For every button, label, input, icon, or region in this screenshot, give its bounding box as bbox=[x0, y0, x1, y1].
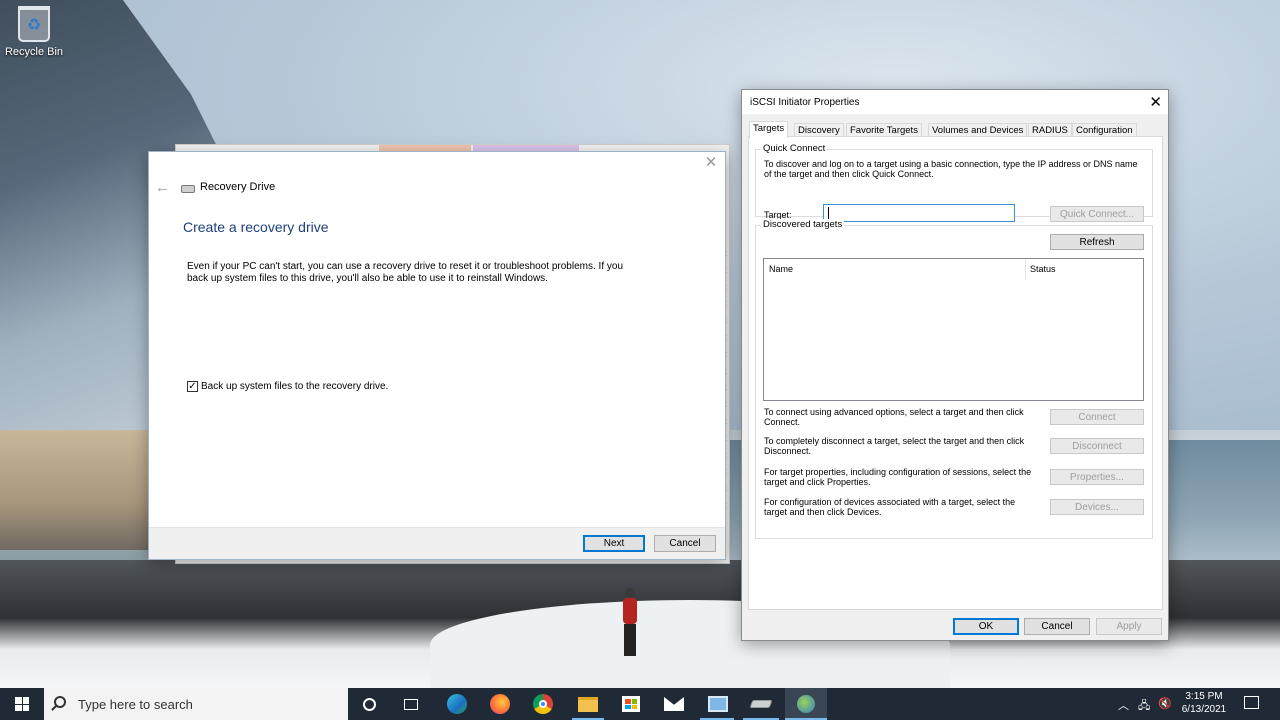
tab-favorite-targets[interactable]: Favorite Targets bbox=[846, 123, 922, 137]
column-separator[interactable] bbox=[1025, 259, 1026, 279]
clock-date: 6/13/2021 bbox=[1181, 704, 1227, 715]
cortana-icon[interactable] bbox=[357, 692, 381, 716]
close-icon[interactable]: ✕ bbox=[703, 155, 719, 171]
page-heading: Create a recovery drive bbox=[183, 219, 329, 235]
wallpaper-person bbox=[620, 588, 640, 658]
control-panel-icon[interactable] bbox=[706, 692, 730, 716]
window-title: iSCSI Initiator Properties bbox=[750, 97, 860, 108]
task-view-icon[interactable] bbox=[399, 692, 423, 716]
quick-connect-button[interactable]: Quick Connect... bbox=[1050, 206, 1144, 222]
search-box[interactable]: Type here to search bbox=[44, 688, 348, 720]
devices-button[interactable]: Devices... bbox=[1050, 499, 1144, 515]
recycle-bin-label: Recycle Bin bbox=[4, 46, 64, 58]
close-icon[interactable]: ✕ bbox=[1149, 93, 1162, 111]
search-placeholder: Type here to search bbox=[78, 697, 193, 712]
devices-instructions: For configuration of devices associated … bbox=[764, 497, 1016, 517]
connect-button[interactable]: Connect bbox=[1050, 409, 1144, 425]
firefox-icon[interactable] bbox=[488, 692, 512, 716]
disconnect-instructions: To completely disconnect a target, selec… bbox=[764, 436, 1025, 456]
apply-button[interactable]: Apply bbox=[1096, 618, 1162, 635]
recycle-bin-icon: ♻ bbox=[18, 6, 50, 42]
cancel-button[interactable]: Cancel bbox=[1024, 618, 1090, 635]
tab-discovery[interactable]: Discovery bbox=[794, 123, 844, 137]
disconnect-button[interactable]: Disconnect bbox=[1050, 438, 1144, 454]
description-text: Even if your PC can't start, you can use… bbox=[187, 261, 624, 284]
back-arrow-icon[interactable]: ← bbox=[155, 179, 170, 196]
wizard-footer: Next Cancel bbox=[149, 527, 725, 559]
text-caret bbox=[828, 207, 829, 219]
cancel-button[interactable]: Cancel bbox=[654, 535, 716, 552]
tab-radius[interactable]: RADIUS bbox=[1028, 123, 1072, 137]
backup-system-files-checkbox[interactable]: ✓ bbox=[187, 381, 198, 392]
tab-volumes-and-devices[interactable]: Volumes and Devices bbox=[928, 123, 1028, 137]
discovered-targets-list[interactable]: Name Status bbox=[763, 258, 1144, 401]
drive-icon bbox=[181, 185, 195, 193]
group-label: Quick Connect bbox=[761, 143, 828, 154]
recycle-bin-shortcut[interactable]: ♻ Recycle Bin bbox=[4, 4, 64, 66]
recovery-drive-icon[interactable] bbox=[749, 692, 773, 716]
chrome-icon[interactable] bbox=[531, 692, 555, 716]
tab-configuration[interactable]: Configuration bbox=[1072, 123, 1137, 137]
connect-instructions: To connect using advanced options, selec… bbox=[764, 407, 1024, 427]
properties-instructions: For target properties, including configu… bbox=[764, 467, 1032, 487]
search-icon bbox=[54, 696, 66, 708]
group-label: Discovered targets bbox=[761, 219, 845, 230]
action-center-icon[interactable] bbox=[1244, 696, 1259, 709]
ok-button[interactable]: OK bbox=[953, 618, 1019, 635]
start-button[interactable] bbox=[0, 688, 44, 720]
quick-connect-group: Quick Connect To discover and log on to … bbox=[755, 143, 1153, 222]
title-bar[interactable]: iSCSI Initiator Properties ✕ bbox=[742, 90, 1168, 114]
column-header-name[interactable]: Name bbox=[769, 264, 793, 274]
edge-icon[interactable] bbox=[445, 692, 469, 716]
checkbox-label[interactable]: Back up system files to the recovery dri… bbox=[201, 381, 388, 392]
clock-time: 3:15 PM bbox=[1185, 691, 1223, 702]
iscsi-icon[interactable] bbox=[794, 692, 818, 716]
column-header-status[interactable]: Status bbox=[1030, 264, 1056, 274]
targets-tab-panel: Quick Connect To discover and log on to … bbox=[748, 136, 1163, 610]
recovery-drive-window[interactable]: ✕ ← Recovery Drive Create a recovery dri… bbox=[148, 151, 726, 560]
volume-muted-icon[interactable]: 🔇 bbox=[1158, 697, 1172, 710]
window-title: Recovery Drive bbox=[200, 181, 276, 193]
windows-logo-icon bbox=[15, 697, 29, 711]
show-hidden-icons-chevron-icon[interactable]: ︿ bbox=[1118, 697, 1129, 713]
network-icon[interactable]: 🖧 bbox=[1138, 697, 1150, 716]
target-input[interactable] bbox=[823, 204, 1015, 222]
discovered-targets-group: Discovered targets Refresh Name Status T… bbox=[755, 219, 1153, 539]
next-button[interactable]: Next bbox=[583, 535, 645, 552]
iscsi-initiator-window[interactable]: iSCSI Initiator Properties ✕ Targets Dis… bbox=[741, 89, 1169, 641]
refresh-button[interactable]: Refresh bbox=[1050, 234, 1144, 250]
taskbar: Type here to search ︿ 🖧 🔇 3:15 PM 6/13/2… bbox=[0, 688, 1280, 720]
store-icon[interactable] bbox=[619, 692, 643, 716]
system-clock[interactable]: 3:15 PM 6/13/2021 bbox=[1176, 690, 1232, 716]
quick-connect-description: To discover and log on to a target using… bbox=[764, 159, 1138, 179]
mail-icon[interactable] bbox=[662, 692, 686, 716]
file-explorer-icon[interactable] bbox=[576, 692, 600, 716]
tab-targets[interactable]: Targets bbox=[749, 121, 789, 138]
properties-button[interactable]: Properties... bbox=[1050, 469, 1144, 485]
